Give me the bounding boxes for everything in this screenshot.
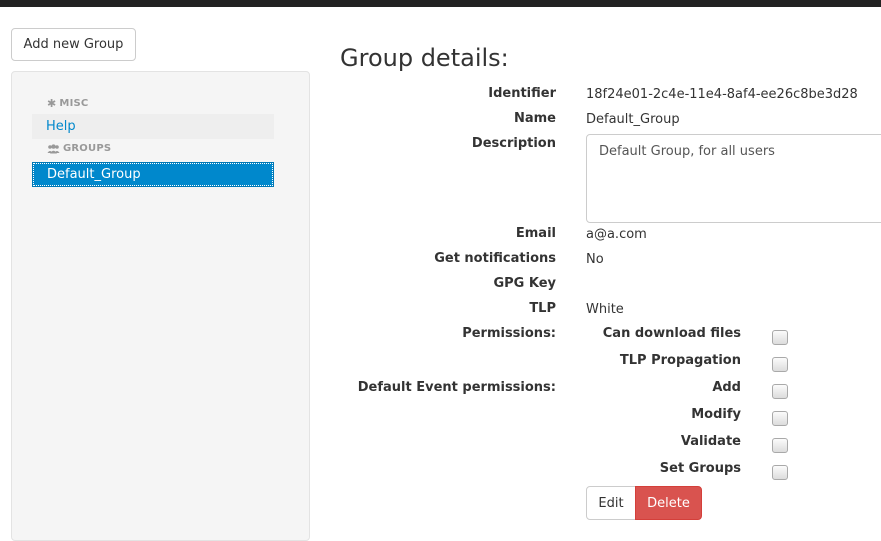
notifications-value: No (586, 252, 604, 267)
sidebar-item-default-group-label: Default_Group (47, 167, 141, 182)
default-event-permissions-label: Default Event permissions: (357, 380, 556, 395)
permissions-label: Permissions: (462, 326, 556, 341)
sidebar: ✱ MISC Help GROUPS Default_Group (11, 71, 310, 541)
gpg-key-label: GPG Key (493, 276, 556, 291)
users-icon (47, 143, 60, 154)
set-groups-permission-checkbox[interactable] (772, 465, 788, 480)
description-label: Description (471, 136, 556, 151)
set-groups-permission-label: Set Groups (659, 461, 741, 476)
validate-permission-checkbox[interactable] (772, 438, 788, 453)
sidebar-item-default-group[interactable]: Default_Group (32, 162, 274, 187)
sidebar-item-help[interactable]: Help (32, 114, 274, 139)
add-new-group-button[interactable]: Add new Group (11, 28, 136, 61)
description-field[interactable]: Default Group, for all users (586, 134, 881, 223)
tlp-propagation-checkbox[interactable] (772, 357, 788, 372)
misc-header: ✱ MISC (47, 97, 88, 110)
misc-header-label: MISC (59, 98, 89, 109)
add-permission-label: Add (712, 380, 741, 395)
can-download-files-checkbox[interactable] (772, 330, 788, 345)
modify-permission-checkbox[interactable] (772, 411, 788, 426)
top-navbar (0, 0, 881, 7)
name-label: Name (513, 111, 556, 126)
delete-button[interactable]: Delete (635, 486, 702, 520)
can-download-files-label: Can download files (602, 326, 741, 341)
validate-permission-label: Validate (680, 434, 741, 449)
groups-header: GROUPS (47, 143, 111, 154)
modify-permission-label: Modify (691, 407, 741, 422)
notifications-label: Get notifications (434, 251, 556, 266)
identifier-value: 18f24e01-2c4e-11e4-8af4-ee26c8be3d28 (586, 87, 858, 102)
asterisk-icon: ✱ (47, 97, 57, 110)
groups-header-label: GROUPS (63, 143, 112, 154)
identifier-label: Identifier (488, 86, 556, 101)
tlp-value: White (586, 302, 624, 317)
edit-button[interactable]: Edit (586, 486, 636, 520)
add-permission-checkbox[interactable] (772, 384, 788, 399)
tlp-label: TLP (529, 301, 556, 316)
sidebar-item-help-label: Help (46, 119, 76, 134)
email-label: Email (515, 226, 556, 241)
tlp-propagation-label: TLP Propagation (619, 353, 741, 368)
email-value: a@a.com (586, 227, 647, 242)
name-value: Default_Group (586, 112, 680, 127)
page-title: Group details: (340, 44, 509, 72)
